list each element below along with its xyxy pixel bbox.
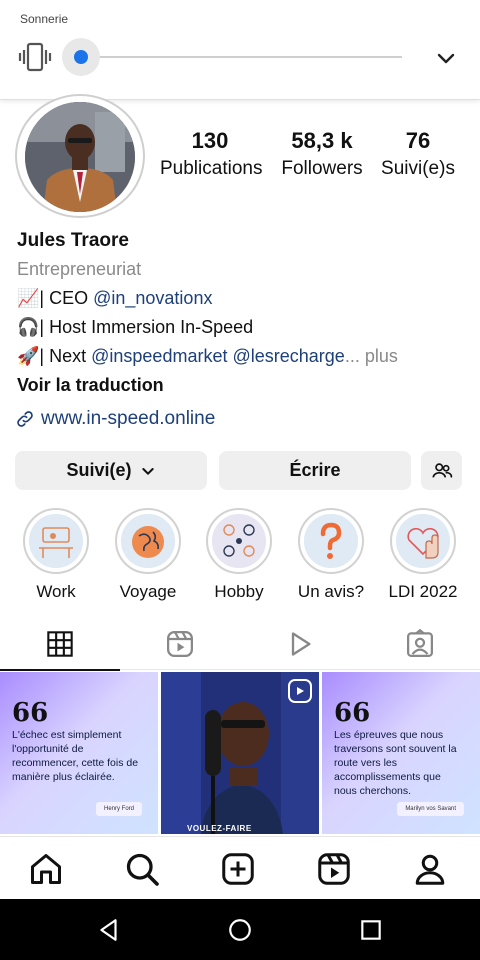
highlight-ring: [115, 508, 181, 574]
post-1[interactable]: 66 L'échec est simplement l'opportunité …: [0, 672, 158, 834]
profile-tabs: [0, 618, 480, 671]
stat-followers[interactable]: 58,3 k Followers: [276, 128, 368, 180]
volume-panel: Sonnerie: [0, 0, 480, 100]
bio-ellipsis: ...: [344, 346, 360, 366]
highlight-label: Work: [36, 582, 76, 601]
search-icon[interactable]: [124, 851, 160, 887]
question-icon: [304, 514, 358, 568]
profile-category: Entrepreneuriat: [17, 259, 142, 279]
heart-hand-icon: [396, 514, 450, 568]
avatar: [25, 102, 135, 212]
tab-posts[interactable]: [0, 618, 120, 671]
mention-link[interactable]: @inspeedmarket: [91, 346, 227, 366]
highlight-work[interactable]: Work: [16, 508, 96, 602]
rocket-emoji-icon: 🚀: [17, 346, 40, 366]
globe-icon: [121, 514, 175, 568]
quote-author: Marilyn vos Savant: [397, 802, 464, 816]
quote-text: L'échec est simplement l'opportunité de …: [12, 729, 139, 783]
desk-icon: [29, 514, 83, 568]
profile-avatar[interactable]: [15, 94, 145, 218]
stat-following[interactable]: 76 Suivi(e)s: [378, 128, 458, 180]
highlight-hobby[interactable]: Hobby: [199, 508, 279, 602]
message-button[interactable]: Écrire: [219, 451, 411, 490]
highlight-label: Hobby: [214, 582, 264, 601]
post-3[interactable]: 66 Les épreuves que nous traversons sont…: [322, 672, 480, 834]
post-caption: VOULEZ-FAIRE: [187, 824, 252, 833]
home-icon[interactable]: [28, 851, 64, 887]
hobby-icon: [212, 514, 266, 568]
website-link[interactable]: www.in-speed.online: [15, 408, 215, 430]
chevron-down-icon: [141, 467, 154, 475]
mention-link[interactable]: @in_novationx: [93, 288, 212, 308]
stat-value: 130: [191, 128, 229, 153]
quote-author: Henry Ford: [95, 802, 142, 816]
bio-text: | Next: [39, 346, 92, 366]
recents-icon[interactable]: [358, 917, 384, 943]
more-link[interactable]: plus: [360, 346, 398, 366]
vibrate-icon[interactable]: [18, 42, 52, 72]
post-2[interactable]: VOULEZ-FAIRE: [161, 672, 319, 834]
quote-mark: 66: [334, 698, 371, 728]
slider-track: [80, 56, 402, 58]
highlight-label: Un avis?: [297, 582, 365, 601]
system-navigation-bar: [0, 899, 480, 960]
profile-icon[interactable]: [412, 851, 448, 887]
highlight-ring: [206, 508, 272, 574]
create-icon[interactable]: [220, 851, 256, 887]
profile-name: Jules Traore: [17, 230, 129, 251]
tab-active-indicator: [0, 669, 120, 671]
stat-label: Followers: [281, 158, 363, 179]
following-button[interactable]: Suivi(e): [15, 451, 207, 490]
volume-slider[interactable]: [62, 38, 402, 76]
back-icon[interactable]: [96, 917, 122, 943]
chevron-down-icon[interactable]: [434, 46, 458, 70]
tab-reels[interactable]: [120, 618, 240, 670]
tab-videos[interactable]: [240, 618, 360, 670]
reels-icon[interactable]: [316, 851, 352, 887]
slider-thumb[interactable]: [74, 50, 88, 64]
stat-value: 58,3 k: [291, 128, 353, 153]
discover-people-button[interactable]: [421, 451, 462, 490]
link-icon: [17, 411, 33, 427]
stat-publications[interactable]: 130 Publications: [160, 128, 263, 180]
highlight-label: LDI 2022: [388, 582, 458, 601]
message-label: Écrire: [289, 460, 341, 480]
website-text: www.in-speed.online: [41, 408, 216, 429]
highlight-ring: [390, 508, 456, 574]
highlight-label: Voyage: [119, 582, 177, 601]
bio-text: | Host Immersion In-Speed: [39, 317, 254, 337]
highlight-ring: [298, 508, 364, 574]
bottom-navigation: [0, 836, 480, 899]
following-label: Suivi(e): [66, 460, 132, 480]
volume-title: Sonnerie: [20, 12, 69, 26]
tagged-icon: [407, 629, 433, 657]
bio-text: | CEO: [39, 288, 94, 308]
see-translation-link[interactable]: Voir la traduction: [17, 375, 164, 396]
bio-line-2: 🎧| Host Immersion In-Speed: [17, 317, 253, 338]
podcast-photo: [161, 672, 319, 834]
tab-tagged[interactable]: [360, 618, 480, 670]
chart-emoji-icon: 📈: [17, 288, 40, 308]
home-circle-icon[interactable]: [227, 917, 253, 943]
stat-label: Suivi(e)s: [381, 158, 455, 179]
bio-line-1: 📈| CEO @in_novationx: [17, 288, 212, 309]
highlight-voyage[interactable]: Voyage: [108, 508, 188, 602]
headphones-emoji-icon: 🎧: [17, 317, 40, 337]
highlight-ring: [23, 508, 89, 574]
mention-link[interactable]: @lesrecharge: [232, 346, 344, 366]
bio-line-3: 🚀| Next @inspeedmarket @lesrecharge... p…: [17, 346, 398, 367]
stat-label: Publications: [160, 158, 263, 179]
highlight-ldi-2022[interactable]: LDI 2022: [383, 508, 463, 602]
add-people-icon: [431, 462, 452, 478]
grid-icon: [47, 631, 73, 657]
reels-icon: [167, 631, 193, 657]
highlight-un-avis[interactable]: Un avis?: [291, 508, 371, 602]
quote-text: Les épreuves que nous traversons sont so…: [334, 729, 457, 797]
stat-value: 76: [405, 128, 431, 153]
quote-mark: 66: [12, 698, 49, 728]
video-icon: [291, 632, 311, 656]
